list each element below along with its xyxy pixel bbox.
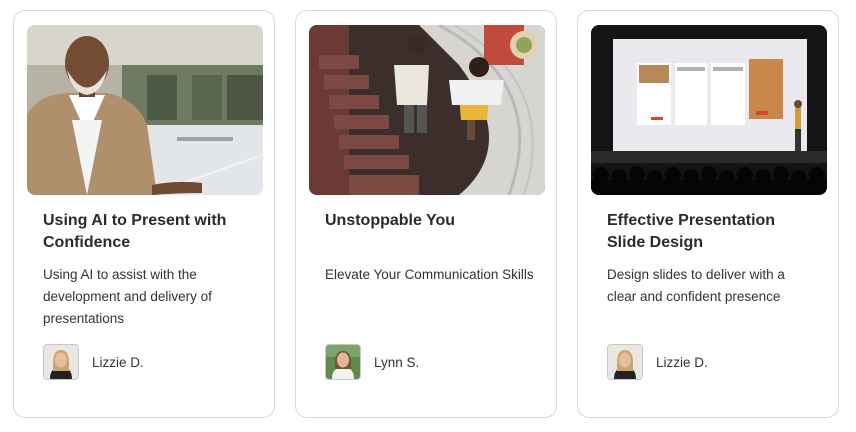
presenter-photo <box>27 25 263 195</box>
course-description: Elevate Your Communication Skills <box>325 267 534 282</box>
author-name: Lizzie D. <box>656 354 708 370</box>
author-info: Lynn S. <box>325 343 419 381</box>
author-avatar <box>325 344 361 380</box>
author-name: Lizzie D. <box>92 354 144 370</box>
course-title[interactable]: Unstoppable You <box>325 210 535 232</box>
course-title[interactable]: Effective Presentation Slide Design <box>607 210 817 254</box>
course-description: Using AI to assist with the development … <box>43 267 212 326</box>
course-card[interactable]: Effective Presentation Slide Design Desi… <box>577 10 839 418</box>
course-card[interactable]: Unstoppable You Elevate Your Communicati… <box>295 10 557 418</box>
course-card[interactable]: Using AI to Present with Confidence Usin… <box>13 10 275 418</box>
author-avatar <box>43 344 79 380</box>
author-info: Lizzie D. <box>43 343 144 381</box>
staircase-photo <box>309 25 545 195</box>
course-thumbnail[interactable] <box>591 25 827 195</box>
course-title[interactable]: Using AI to Present with Confidence <box>43 210 253 254</box>
author-name: Lynn S. <box>374 354 420 370</box>
course-thumbnail[interactable] <box>27 25 263 195</box>
author-avatar <box>607 344 643 380</box>
course-card-list: Using AI to Present with Confidence Usin… <box>0 0 856 432</box>
author-info: Lizzie D. <box>607 343 708 381</box>
course-description: Design slides to deliver with a clear an… <box>607 267 785 304</box>
course-thumbnail[interactable] <box>309 25 545 195</box>
stage-presentation-photo <box>591 25 827 195</box>
